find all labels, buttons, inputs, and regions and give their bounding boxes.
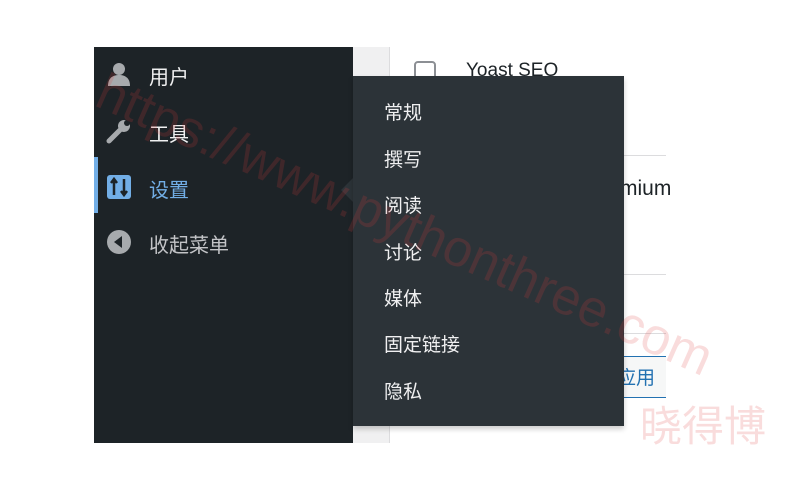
sidebar-item-users[interactable]: 用户: [94, 47, 353, 103]
settings-icon: [107, 175, 131, 199]
submenu-item-reading[interactable]: 阅读: [384, 191, 422, 218]
submenu-item-writing[interactable]: 撰写: [384, 145, 422, 172]
sidebar-item-label: 工具: [149, 122, 189, 146]
sidebar-item-label: 设置: [149, 178, 189, 202]
collapse-menu-button[interactable]: 收起菜单: [94, 215, 353, 271]
submenu-item-media[interactable]: 媒体: [384, 284, 422, 311]
admin-sidebar: 用户 工具 设置 收起菜单: [94, 47, 353, 443]
settings-flyout-menu: 常规 撰写 阅读 讨论 媒体 固定链接 隐私: [353, 76, 624, 426]
flyout-arrow: [341, 178, 353, 202]
sidebar-item-tools[interactable]: 工具: [94, 104, 353, 160]
submenu-item-privacy[interactable]: 隐私: [384, 377, 422, 404]
sidebar-item-settings[interactable]: 设置: [94, 160, 353, 216]
sidebar-item-label: 用户: [149, 65, 189, 89]
wrench-icon: [106, 120, 130, 144]
user-icon: [108, 63, 130, 86]
sidebar-item-label: 收起菜单: [149, 233, 229, 257]
plugin-name[interactable]: mium: [620, 177, 671, 201]
collapse-icon: [107, 230, 131, 254]
submenu-item-general[interactable]: 常规: [384, 98, 422, 125]
submenu-item-discussion[interactable]: 讨论: [384, 238, 422, 265]
submenu-item-permalinks[interactable]: 固定链接: [384, 330, 460, 357]
